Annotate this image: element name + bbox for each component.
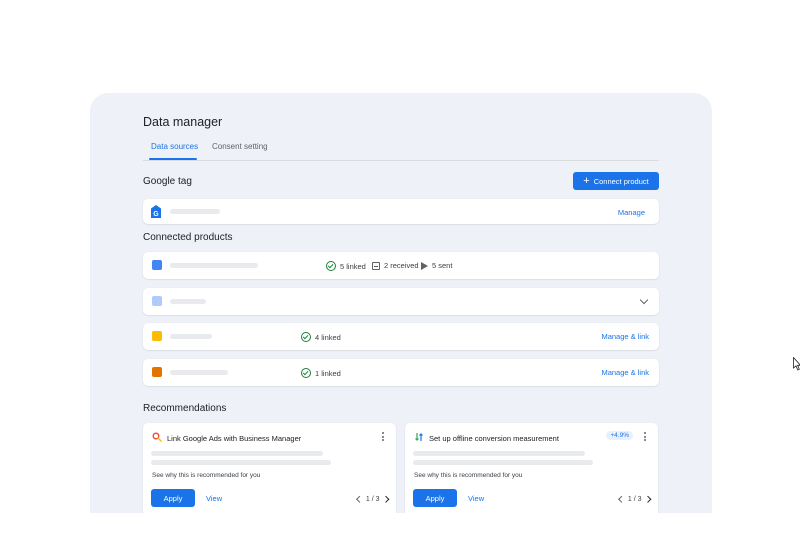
recommendation-card: Link Google Ads with Business Manager Se… bbox=[143, 423, 396, 513]
connect-product-label: Connect product bbox=[593, 176, 649, 186]
product-row[interactable]: 1 linked Manage & link bbox=[143, 359, 659, 386]
apply-button[interactable]: Apply bbox=[151, 489, 195, 507]
product-row[interactable]: 4 linked Manage & link bbox=[143, 323, 659, 350]
received-count: 2 received bbox=[384, 261, 419, 270]
manage-link[interactable]: Manage bbox=[618, 208, 645, 217]
linked-status: 4 linked bbox=[301, 332, 341, 342]
text-placeholder bbox=[151, 451, 323, 456]
view-link[interactable]: View bbox=[206, 494, 222, 503]
product-color-swatch bbox=[152, 331, 162, 341]
recommendation-card: Set up offline conversion measurement +4… bbox=[405, 423, 658, 513]
connected-products-heading: Connected products bbox=[143, 232, 233, 243]
tab-bar: Data sources Consent setting bbox=[143, 140, 659, 161]
tab-data-sources[interactable]: Data sources bbox=[151, 142, 198, 151]
why-recommended-text: See why this is recommended for you bbox=[152, 472, 261, 479]
mouse-cursor-icon bbox=[793, 357, 800, 371]
product-row[interactable] bbox=[143, 288, 659, 315]
data-manager-panel: Data manager Data sources Consent settin… bbox=[90, 93, 712, 513]
linked-status: 1 linked bbox=[301, 368, 341, 378]
text-placeholder bbox=[413, 460, 593, 465]
view-link[interactable]: View bbox=[468, 494, 484, 503]
pager: 1 / 3 bbox=[356, 496, 389, 503]
search-icon bbox=[152, 432, 162, 442]
linked-status: 5 linked bbox=[326, 261, 366, 271]
connect-product-button[interactable]: + Connect product bbox=[573, 172, 659, 190]
page-title: Data manager bbox=[143, 115, 223, 129]
linked-count: 5 linked bbox=[340, 261, 366, 271]
svg-text:G: G bbox=[153, 211, 159, 218]
sent-count: 5 sent bbox=[432, 261, 453, 270]
text-placeholder bbox=[170, 299, 206, 304]
uplift-badge: +4.9% bbox=[606, 431, 633, 440]
chevron-right-icon[interactable] bbox=[382, 496, 389, 503]
manage-and-link-button[interactable]: Manage & link bbox=[601, 368, 649, 377]
tab-consent-setting[interactable]: Consent setting bbox=[212, 142, 268, 151]
linked-count: 1 linked bbox=[315, 368, 341, 378]
linked-count: 4 linked bbox=[315, 332, 341, 342]
recommendations-heading: Recommendations bbox=[143, 403, 227, 414]
text-placeholder bbox=[170, 370, 228, 375]
apply-button[interactable]: Apply bbox=[413, 489, 457, 507]
text-placeholder bbox=[170, 209, 220, 214]
received-status: 2 received bbox=[372, 261, 419, 270]
chevron-down-icon[interactable] bbox=[639, 295, 649, 305]
more-vert-icon[interactable] bbox=[382, 432, 384, 441]
text-placeholder bbox=[413, 451, 585, 456]
product-row[interactable]: 5 linked 2 received 5 sent bbox=[143, 252, 659, 279]
more-vert-icon[interactable] bbox=[644, 432, 646, 441]
google-tag-heading: Google tag bbox=[143, 176, 192, 187]
text-placeholder bbox=[151, 460, 331, 465]
pager: 1 / 3 bbox=[618, 496, 651, 503]
recommendation-title: Link Google Ads with Business Manager bbox=[167, 434, 302, 443]
page-indicator: 1 / 3 bbox=[627, 496, 642, 503]
text-placeholder bbox=[170, 263, 258, 268]
active-tab-indicator bbox=[149, 158, 197, 160]
google-tag-icon: G bbox=[151, 205, 161, 218]
send-icon bbox=[421, 261, 428, 270]
check-circle-icon bbox=[326, 261, 336, 271]
plus-icon: + bbox=[583, 175, 590, 187]
product-color-swatch bbox=[152, 296, 162, 306]
page-indicator: 1 / 3 bbox=[365, 496, 380, 503]
why-recommended-text: See why this is recommended for you bbox=[414, 472, 523, 479]
google-tag-card: G Manage bbox=[143, 199, 659, 224]
recommendation-title: Set up offline conversion measurement bbox=[429, 434, 559, 443]
sent-status: 5 sent bbox=[421, 261, 452, 270]
product-color-swatch bbox=[152, 260, 162, 270]
manage-and-link-button[interactable]: Manage & link bbox=[601, 332, 649, 341]
check-circle-icon bbox=[301, 368, 311, 378]
chevron-left-icon[interactable] bbox=[356, 496, 363, 503]
inbox-icon bbox=[372, 261, 380, 270]
chevron-right-icon[interactable] bbox=[644, 496, 651, 503]
check-circle-icon bbox=[301, 332, 311, 342]
chevron-left-icon[interactable] bbox=[618, 496, 625, 503]
product-color-swatch bbox=[152, 367, 162, 377]
conversion-icon bbox=[415, 433, 423, 441]
text-placeholder bbox=[170, 334, 212, 339]
